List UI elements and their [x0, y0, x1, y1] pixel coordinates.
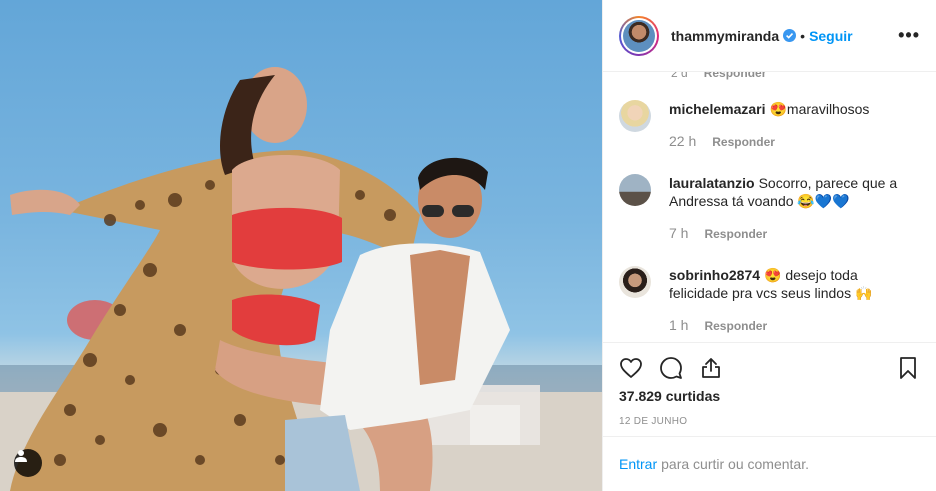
author-avatar[interactable] — [619, 15, 659, 56]
comment-meta: 22 h Responder — [669, 132, 869, 151]
avatar-image — [623, 19, 655, 52]
comment-text: 😍maravilhosos — [769, 101, 870, 117]
action-bar — [603, 342, 936, 392]
partial-comment-meta: 2 d Responder — [671, 72, 766, 80]
share-icon[interactable] — [699, 356, 723, 380]
comment-body: michelemazari 😍maravilhosos 22 h Responder — [669, 100, 869, 151]
comment-username[interactable]: lauralatanzio — [669, 175, 755, 191]
verified-badge-icon — [783, 29, 797, 42]
reply-button[interactable]: Responder — [704, 227, 767, 241]
comment-username[interactable]: michelemazari — [669, 101, 766, 117]
comment-item: sobrinho2874 😍 desejo toda felicidade pra… — [619, 266, 920, 335]
user-tag-icon — [15, 450, 27, 462]
follow-button[interactable]: Seguir — [809, 28, 853, 44]
reply-button[interactable]: Responder — [712, 135, 775, 149]
instagram-post: thammymiranda • Seguir ••• 2 d Responder … — [0, 0, 936, 491]
likes-count[interactable]: 37.829 curtidas — [603, 388, 936, 404]
commenter-avatar[interactable] — [619, 100, 651, 132]
author-username[interactable]: thammymiranda — [671, 28, 779, 44]
comment-username[interactable]: sobrinho2874 — [669, 267, 760, 283]
comment-body: sobrinho2874 😍 desejo toda felicidade pra… — [669, 266, 920, 335]
comment-time: 22 h — [669, 133, 697, 149]
reply-button[interactable]: Responder — [704, 319, 767, 333]
comment-meta: 7 h Responder — [669, 224, 920, 243]
commenter-avatar[interactable] — [619, 174, 651, 206]
separator-dot: • — [800, 27, 806, 44]
login-link[interactable]: Entrar — [619, 456, 657, 472]
comments-list[interactable]: 2 d Responder michelemazari 😍maravilhosos … — [603, 72, 936, 342]
comment-time: 2 d — [671, 72, 688, 80]
comment-icon[interactable] — [659, 356, 683, 380]
add-comment-prompt: para curtir ou comentar. — [661, 456, 809, 472]
commenter-avatar[interactable] — [619, 266, 651, 298]
comment-time: 1 h — [669, 317, 689, 333]
avatar-inner — [621, 17, 657, 54]
comment-body: lauralatanzio Socorro, parece que a Andre… — [669, 174, 920, 243]
reply-button[interactable]: Responder — [704, 72, 767, 80]
comment-item: lauralatanzio Socorro, parece que a Andre… — [619, 174, 920, 243]
comment-meta: 1 h Responder — [669, 316, 920, 335]
user-tag-button[interactable] — [14, 449, 42, 477]
beach-photo-illustration — [0, 67, 602, 491]
comment-item: michelemazari 😍maravilhosos 22 h Responder — [619, 100, 920, 151]
add-comment-bar: Entrar para curtir ou comentar. — [603, 436, 936, 491]
heart-icon[interactable] — [619, 356, 643, 380]
more-options-button[interactable]: ••• — [898, 25, 920, 46]
post-side-panel: thammymiranda • Seguir ••• 2 d Responder … — [602, 0, 936, 491]
bookmark-icon[interactable] — [896, 356, 920, 380]
post-date[interactable]: 12 DE JUNHO — [603, 416, 936, 427]
post-header: thammymiranda • Seguir ••• — [603, 0, 936, 72]
post-photo[interactable] — [0, 0, 602, 491]
comment-time: 7 h — [669, 225, 689, 241]
